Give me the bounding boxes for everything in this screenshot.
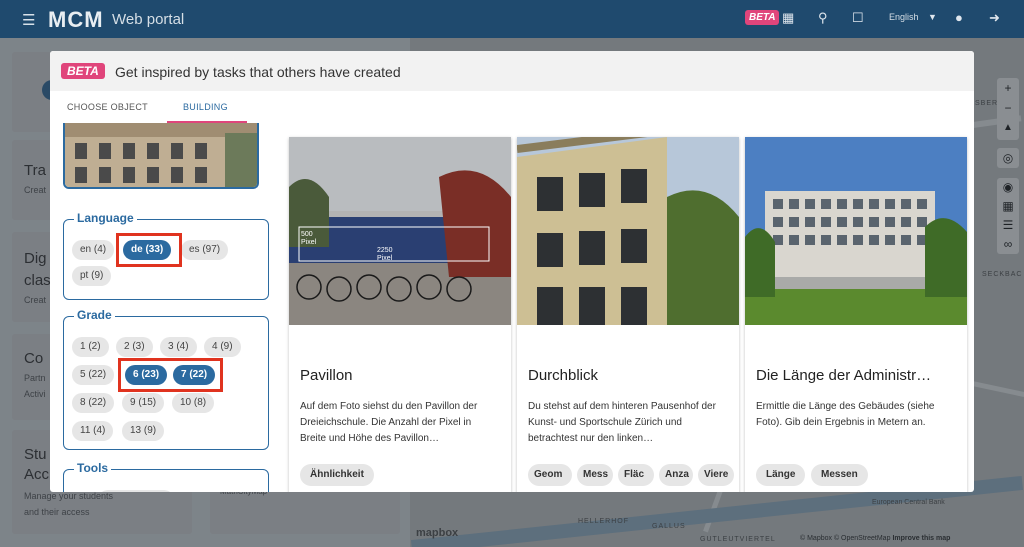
card-subtitle: Partn [24, 373, 46, 383]
tab-building[interactable]: BUILDING [183, 102, 228, 112]
map-label: SBER [975, 100, 999, 107]
task-tag[interactable]: Geom [528, 464, 572, 486]
language-filter-title: Language [74, 211, 137, 225]
modal-tabs: CHOOSE OBJECT BUILDING [50, 91, 974, 123]
task-description: Ermittle die Länge des Gebäudes (siehe F… [756, 401, 935, 428]
app-logo[interactable]: MCM [48, 7, 104, 33]
map-label: European Central Bank [872, 499, 945, 506]
zoom-out-button[interactable]: − [997, 98, 1019, 118]
map-label: HELLERHOF [578, 518, 630, 525]
language-chip-es[interactable]: es (97) [181, 240, 229, 260]
grade-chip-11[interactable]: 11 (4) [72, 421, 114, 441]
grade-filter: Grade 1 (2) 2 (3) 3 (4) 4 (9) 5 (22) 6 (… [63, 308, 269, 450]
task-title: Die Länge der Administr… [756, 367, 932, 384]
map-zoom-control: + − ▲ [997, 78, 1019, 140]
task-tag[interactable]: Länge [756, 464, 806, 486]
card-subtitle: Creat [24, 185, 47, 195]
task-photo: 500 Pixel 2250 Pixel [289, 137, 511, 325]
grade-chip-1[interactable]: 1 (2) [72, 337, 109, 357]
language-filter: Language en (4) de (33) es (97) pt (9) [63, 211, 269, 300]
top-app-bar: ☰ MCM Web portal BETA ▦ ⚲ ☐ English ▼ ● … [0, 0, 1024, 38]
globe-icon[interactable]: ◉ [997, 178, 1019, 197]
modal-header: BETA Get inspired by tasks that others h… [50, 51, 974, 91]
grade-chip-9[interactable]: 9 (15) [122, 393, 165, 413]
task-card-administration[interactable]: Die Länge der Administr… Ermittle die Lä… [745, 137, 967, 492]
app-title: Web portal [112, 11, 185, 28]
map-label: SECKBAC [982, 271, 1023, 278]
document-icon[interactable]: ▦ [782, 10, 794, 26]
grade-chip-4[interactable]: 4 (9) [204, 337, 241, 357]
language-chip-pt[interactable]: pt (9) [72, 266, 112, 286]
grade-chip-5[interactable]: 5 (22) [72, 365, 115, 385]
highlight-box [118, 358, 223, 392]
task-description: Du stehst auf dem hinteren Pausenhof der… [528, 401, 716, 444]
card-title: Stu [24, 446, 47, 463]
card-title: Co [24, 350, 44, 367]
photo-label: 2250 [377, 247, 393, 254]
inspiration-modal: BETA Get inspired by tasks that others h… [50, 51, 974, 492]
task-tag[interactable]: Anza [659, 464, 693, 486]
grade-chip-10[interactable]: 10 (8) [172, 393, 215, 413]
map-tools-control: ◉ ▦ ☰ ∞ [997, 178, 1019, 254]
photo-label: Pixel [377, 255, 393, 262]
locate-icon[interactable]: ◎ [997, 148, 1019, 168]
chat-icon[interactable]: ☐ [852, 10, 864, 26]
compass-icon[interactable]: ▲ [997, 118, 1019, 138]
card-subtitle-line2: Activi [24, 389, 46, 399]
grade-chip-2[interactable]: 2 (3) [116, 337, 153, 357]
map-label: GUTLEUTVIERTEL [700, 536, 776, 543]
tab-choose-object[interactable]: CHOOSE OBJECT [67, 102, 148, 112]
card-title-line2: clas [24, 272, 51, 289]
task-card-pavillon[interactable]: 500 Pixel 2250 Pixel Pavillon Auf dem Fo… [289, 137, 511, 492]
task-description: Auf dem Foto siehst du den Pavillon der … [300, 401, 478, 444]
link-icon[interactable]: ∞ [997, 235, 1019, 254]
beta-badge[interactable]: BETA [745, 10, 780, 25]
filter-panel[interactable]: Language en (4) de (33) es (97) pt (9) G… [50, 123, 280, 492]
improve-map-link[interactable]: Improve this map [892, 535, 950, 542]
task-tag[interactable]: Fläc [618, 464, 654, 486]
grade-chip-3[interactable]: 3 (4) [160, 337, 197, 357]
tools-filter: Tools [63, 461, 269, 492]
layers-icon[interactable]: ☰ [997, 216, 1019, 235]
task-tag[interactable]: Viere [698, 464, 734, 486]
tools-filter-title: Tools [74, 461, 112, 475]
task-photo [745, 137, 967, 325]
logout-icon[interactable]: ➜ [989, 10, 1000, 26]
card-title-line2: Acc [24, 466, 50, 483]
task-tag[interactable]: Mess [577, 464, 613, 486]
modal-beta-badge: BETA [61, 63, 105, 79]
card-subtitle-line2: and their access [24, 507, 90, 517]
card-subtitle: Creat [24, 295, 47, 305]
grade-filter-title: Grade [74, 308, 115, 322]
photo-label: Pixel [301, 239, 317, 246]
card-title: Tra [24, 162, 46, 179]
language-select[interactable]: English [889, 12, 919, 22]
highlight-box [116, 233, 182, 267]
task-tag[interactable]: Messen [811, 464, 868, 486]
chevron-down-icon[interactable]: ▼ [928, 12, 937, 22]
attribution-text: © Mapbox © OpenStreetMap [800, 535, 891, 542]
grade-chip-8[interactable]: 8 (22) [72, 393, 115, 413]
zoom-in-button[interactable]: + [997, 78, 1019, 98]
map-attribution: © Mapbox © OpenStreetMap Improve this ma… [800, 535, 950, 542]
task-photo [517, 137, 739, 325]
map-label: GALLUS [652, 523, 686, 530]
building-object-thumbnail[interactable] [63, 123, 259, 189]
task-card-durchblick[interactable]: Durchblick Du stehst auf dem hinteren Pa… [517, 137, 739, 492]
photo-label: 500 [301, 231, 313, 238]
building-icon[interactable]: ▦ [997, 197, 1019, 216]
grade-chip-13[interactable]: 13 (9) [122, 421, 165, 441]
language-chip-en[interactable]: en (4) [72, 240, 115, 260]
hamburger-menu-icon[interactable]: ☰ [22, 11, 35, 29]
user-icon[interactable]: ● [955, 10, 963, 25]
task-tag[interactable]: Ähnlichkeit [300, 464, 374, 486]
search-icon[interactable]: ⚲ [818, 10, 828, 26]
mapbox-logo: mapbox [416, 527, 459, 539]
card-title: Dig [24, 250, 47, 267]
task-title: Durchblick [528, 367, 599, 384]
tools-chip[interactable] [98, 490, 174, 492]
modal-title: Get inspired by tasks that others have c… [115, 64, 401, 80]
task-title: Pavillon [300, 367, 353, 384]
